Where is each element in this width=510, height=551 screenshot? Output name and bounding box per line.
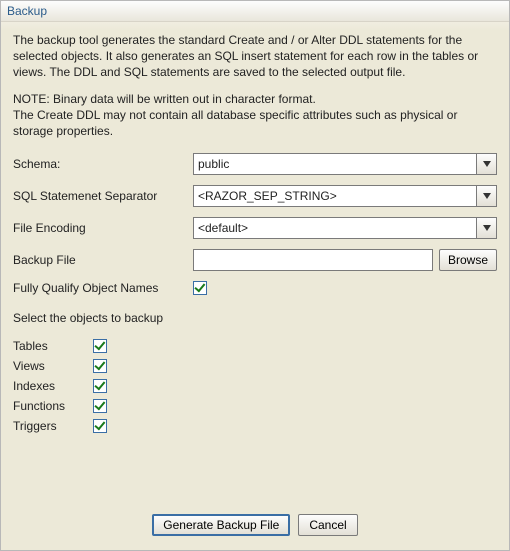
functions-row: Functions	[13, 399, 497, 413]
triggers-label: Triggers	[13, 419, 93, 433]
separator-label: SQL Statemenet Separator	[13, 189, 193, 203]
separator-select-value[interactable]: <RAZOR_SEP_STRING>	[193, 185, 477, 207]
functions-checkbox[interactable]	[93, 399, 107, 413]
window-title: Backup	[1, 1, 509, 22]
encoding-label: File Encoding	[13, 221, 193, 235]
triggers-checkbox[interactable]	[93, 419, 107, 433]
views-label: Views	[13, 359, 93, 373]
indexes-row: Indexes	[13, 379, 497, 393]
indexes-label: Indexes	[13, 379, 93, 393]
qualify-checkbox[interactable]	[193, 281, 207, 295]
triggers-row: Triggers	[13, 419, 497, 433]
backup-file-row: Backup File Browse	[13, 249, 497, 271]
indexes-checkbox[interactable]	[93, 379, 107, 393]
browse-button[interactable]: Browse	[439, 249, 497, 271]
chevron-down-icon[interactable]	[477, 153, 497, 175]
schema-row: Schema: public	[13, 153, 497, 175]
tables-label: Tables	[13, 339, 93, 353]
encoding-select-value[interactable]: <default>	[193, 217, 477, 239]
content-area: The backup tool generates the standard C…	[1, 22, 509, 550]
views-row: Views	[13, 359, 497, 373]
chevron-down-icon[interactable]	[477, 185, 497, 207]
backup-file-label: Backup File	[13, 253, 193, 267]
generate-button[interactable]: Generate Backup File	[152, 514, 290, 536]
separator-row: SQL Statemenet Separator <RAZOR_SEP_STRI…	[13, 185, 497, 207]
functions-label: Functions	[13, 399, 93, 413]
chevron-down-icon[interactable]	[477, 217, 497, 239]
description-text: The backup tool generates the standard C…	[13, 32, 497, 81]
schema-select[interactable]: public	[193, 153, 497, 175]
encoding-select[interactable]: <default>	[193, 217, 497, 239]
objects-section-label: Select the objects to backup	[13, 311, 497, 325]
schema-select-value[interactable]: public	[193, 153, 477, 175]
views-checkbox[interactable]	[93, 359, 107, 373]
backup-file-input[interactable]	[193, 249, 433, 271]
footer-buttons: Generate Backup File Cancel	[13, 506, 497, 542]
qualify-label: Fully Qualify Object Names	[13, 281, 193, 295]
note-text: NOTE: Binary data will be written out in…	[13, 91, 497, 140]
encoding-row: File Encoding <default>	[13, 217, 497, 239]
cancel-button[interactable]: Cancel	[298, 514, 357, 536]
qualify-row: Fully Qualify Object Names	[13, 281, 497, 295]
tables-checkbox[interactable]	[93, 339, 107, 353]
separator-select[interactable]: <RAZOR_SEP_STRING>	[193, 185, 497, 207]
tables-row: Tables	[13, 339, 497, 353]
backup-dialog: Backup The backup tool generates the sta…	[0, 0, 510, 551]
schema-label: Schema:	[13, 157, 193, 171]
